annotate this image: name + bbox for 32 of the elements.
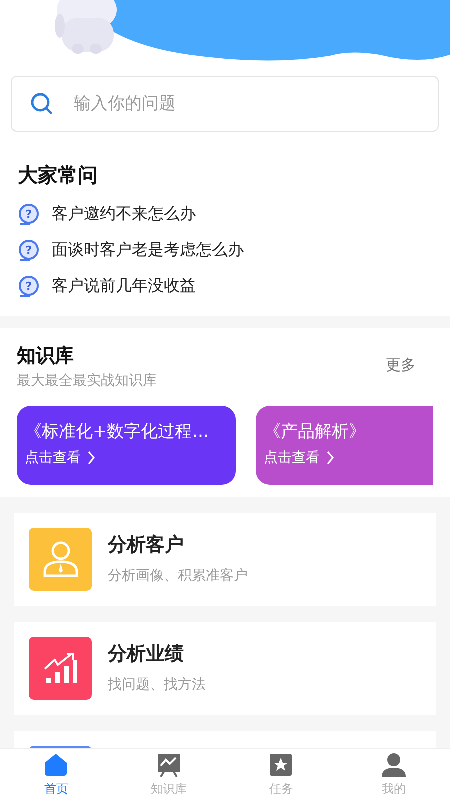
tab[interactable]: 首页: [0, 749, 112, 800]
section-title: 大家常问: [18, 162, 99, 189]
feature-card[interactable]: 分析客户 分析画像、积累准客户: [14, 512, 436, 606]
knowledge-card[interactable]: 《产品解析》 点击查看: [256, 406, 433, 484]
chevron-icon: [87, 451, 96, 465]
feature-card[interactable]: 分析业绩 找问题、找方法: [14, 622, 436, 714]
more-link[interactable]: 更多: [386, 354, 416, 376]
feature-subtitle: 分析画像、积累准客户: [108, 566, 248, 586]
growth-chart-icon: [44, 652, 78, 684]
search-icon: [30, 92, 54, 116]
section-subtitle: 最大最全最实战知识库: [17, 372, 157, 390]
question-icon: ?: [18, 203, 40, 225]
chevron-icon: [326, 451, 335, 465]
chart-board-icon: [156, 752, 182, 778]
profile-icon: [380, 752, 407, 778]
question-link[interactable]: 面谈时客户老是考虑怎么办: [52, 238, 244, 262]
question-icon: ?: [18, 239, 40, 261]
home-icon: [43, 752, 70, 778]
feature-subtitle: 找问题、找方法: [108, 676, 206, 695]
view-link[interactable]: 点击查看: [25, 448, 81, 468]
card-title: 《标准化+数字化过程…: [25, 420, 210, 444]
section-title: 知识库: [17, 344, 75, 369]
question-link[interactable]: 客户邀约不来怎么办: [52, 202, 196, 226]
question-icon: ?: [18, 275, 40, 297]
feature-title: 分析业绩: [108, 642, 185, 668]
card-title: 《产品解析》: [264, 420, 367, 444]
feature-title: 分析客户: [108, 533, 185, 558]
view-link[interactable]: 点击查看: [264, 448, 320, 468]
search-field[interactable]: 输入你的问题: [11, 76, 439, 132]
knowledge-card[interactable]: 《标准化+数字化过程… 点击查看: [17, 406, 236, 484]
question-link[interactable]: 客户说前几年没收益: [52, 274, 196, 298]
person-icon: [42, 540, 80, 578]
